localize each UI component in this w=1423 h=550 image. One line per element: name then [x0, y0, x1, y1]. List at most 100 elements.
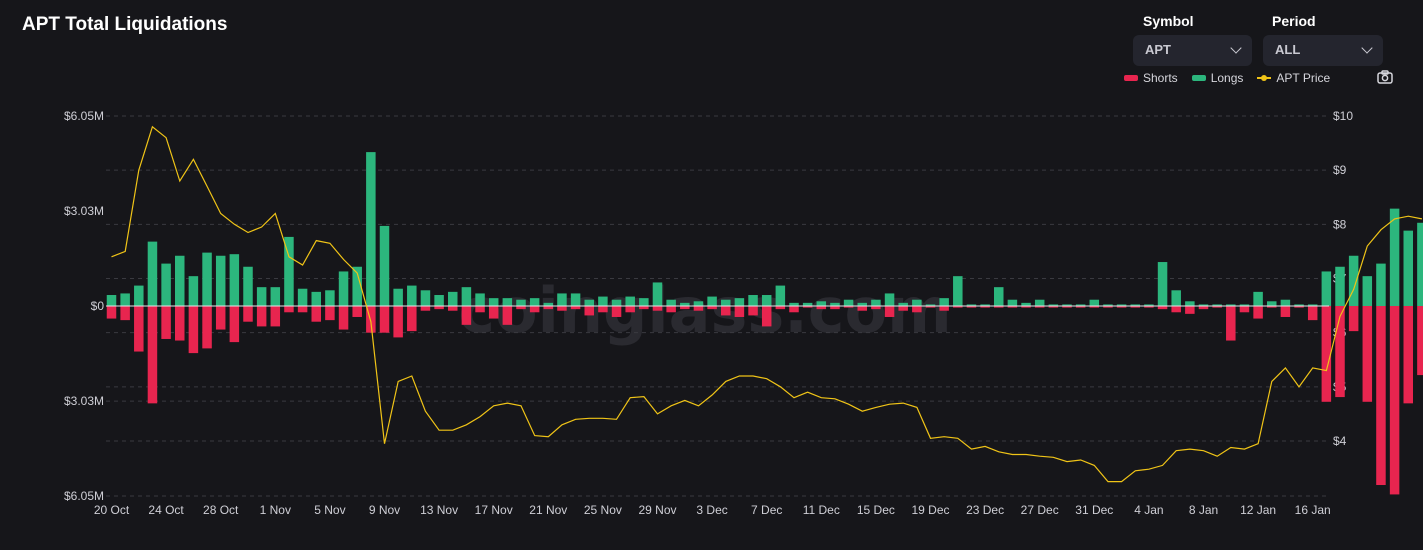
short-bar — [584, 306, 594, 316]
long-bar — [161, 263, 171, 306]
long-bar — [1034, 299, 1045, 306]
short-bar — [1253, 306, 1263, 319]
left-tick-label: $3.03M — [64, 204, 104, 218]
long-bar — [611, 299, 622, 306]
long-bar — [379, 225, 390, 306]
short-bar — [748, 306, 758, 316]
long-bar — [625, 296, 635, 306]
short-bar — [1348, 306, 1359, 332]
left-axis: $6.05M $3.03M $0 $3.03M $6.05M — [64, 109, 104, 503]
short-bar — [1239, 306, 1250, 313]
short-bar — [106, 306, 117, 319]
x-tick-label: 4 Jan — [1134, 503, 1163, 517]
short-bar — [1335, 306, 1345, 398]
x-tick-label: 20 Oct — [94, 503, 130, 517]
long-bar — [734, 298, 745, 306]
long-bar — [120, 293, 130, 306]
x-tick-label: 28 Oct — [203, 503, 239, 517]
short-bar — [488, 306, 499, 319]
long-bar — [366, 152, 376, 306]
long-bar — [994, 287, 1004, 306]
right-tick-label: $8 — [1333, 217, 1347, 231]
long-bar — [816, 301, 827, 306]
short-bar — [912, 306, 922, 313]
long-bar — [516, 299, 526, 306]
x-tick-label: 19 Dec — [911, 503, 949, 517]
long-bar — [175, 255, 185, 306]
long-bar — [1253, 291, 1263, 306]
short-bar — [420, 306, 431, 311]
long-bar — [652, 282, 663, 306]
long-bar — [488, 298, 499, 306]
x-tick-label: 12 Jan — [1240, 503, 1276, 517]
x-tick-label: 15 Dec — [857, 503, 895, 517]
long-bar — [1280, 299, 1291, 306]
x-tick-label: 27 Dec — [1021, 503, 1059, 517]
short-bar — [652, 306, 663, 311]
short-bar — [1321, 306, 1332, 402]
short-bar — [666, 306, 676, 313]
long-bar — [270, 287, 281, 306]
long-bar — [1417, 222, 1423, 306]
x-tick-label: 8 Jan — [1189, 503, 1218, 517]
short-bar — [1185, 306, 1195, 314]
long-bar — [912, 299, 922, 306]
short-bar — [857, 306, 867, 311]
short-bar — [325, 306, 335, 321]
liquidation-bars — [106, 152, 1423, 495]
x-tick-label: 3 Dec — [696, 503, 727, 517]
right-tick-label: $10 — [1333, 109, 1353, 123]
long-bar — [243, 266, 253, 306]
short-bar — [448, 306, 458, 311]
short-bar — [1376, 306, 1386, 486]
short-bar — [475, 306, 485, 313]
long-bar — [475, 293, 485, 306]
long-bar — [1376, 263, 1386, 306]
short-bar — [1280, 306, 1291, 317]
x-tick-label: 16 Jan — [1295, 503, 1331, 517]
x-tick-label: 11 Dec — [803, 503, 840, 517]
long-bar — [1362, 276, 1373, 306]
short-bar — [884, 306, 895, 317]
liquidations-chart: coinglass.com $6.05M$3.03M$0$3.03M$6.05M… — [64, 109, 1423, 517]
long-bar — [843, 299, 854, 306]
x-tick-label: 29 Nov — [638, 503, 676, 517]
long-bar — [215, 255, 226, 306]
x-tick-label: 24 Oct — [148, 503, 184, 517]
long-bar — [311, 291, 321, 306]
short-bar — [502, 306, 513, 325]
left-tick-label: $6.05M — [64, 489, 104, 503]
long-bar — [884, 293, 895, 306]
short-bar — [270, 306, 281, 327]
right-tick-label: $9 — [1333, 163, 1347, 177]
short-bar — [625, 306, 635, 313]
short-bar — [393, 306, 403, 338]
long-bar — [953, 276, 963, 306]
long-bar — [557, 293, 567, 306]
short-bar — [598, 306, 608, 313]
long-bar — [202, 252, 212, 306]
short-bar — [789, 306, 799, 313]
long-bar — [1007, 299, 1018, 306]
short-bar — [898, 306, 908, 311]
x-tick-label: 23 Dec — [966, 503, 1004, 517]
long-bar — [721, 299, 731, 306]
short-bar — [297, 306, 308, 313]
long-bar — [1089, 299, 1100, 306]
x-tick-label: 13 Nov — [420, 503, 458, 517]
long-bar — [188, 276, 199, 306]
long-bar — [461, 287, 472, 306]
long-bar — [1348, 255, 1359, 306]
long-bar — [1267, 301, 1277, 306]
short-bar — [529, 306, 540, 313]
short-bar — [352, 306, 362, 317]
long-bar — [434, 295, 444, 306]
short-bar — [461, 306, 472, 325]
long-bar — [939, 298, 949, 306]
x-axis: 20 Oct 24 Oct 28 Oct 1 Nov 5 Nov 9 Nov 13 Nov 1… — [94, 503, 1331, 517]
short-bar — [761, 306, 772, 327]
long-bar — [1321, 271, 1332, 306]
long-bar — [1403, 230, 1413, 306]
long-bar — [147, 241, 158, 306]
short-bar — [1171, 306, 1181, 313]
